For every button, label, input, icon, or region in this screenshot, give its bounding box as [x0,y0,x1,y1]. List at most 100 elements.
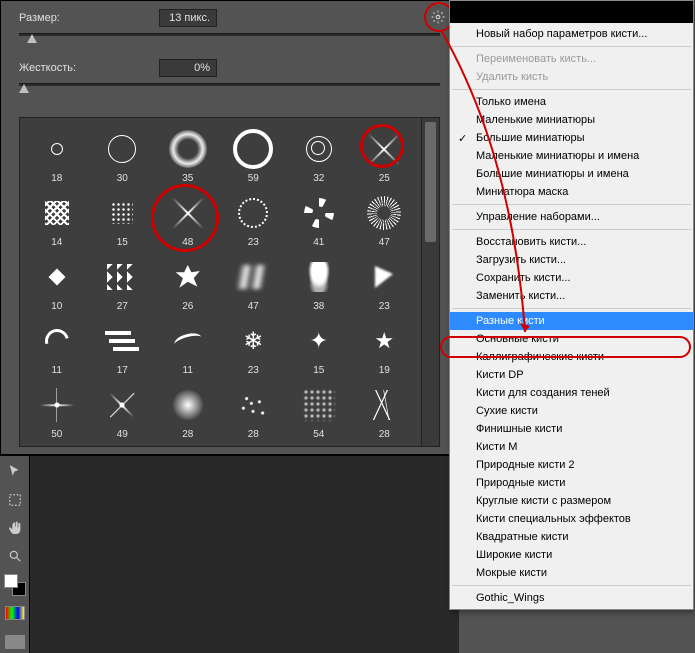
menu-wet-brushes[interactable]: Мокрые кисти [450,564,693,582]
hardness-slider[interactable] [19,81,440,99]
menu-small-thumb-names[interactable]: Маленькие миниатюры и имена [450,147,693,165]
menu-mask-thumb[interactable]: Миниатюра маска [450,183,693,201]
brush-size-label: 15 [313,365,324,378]
brush-cell[interactable]: 59 [221,122,287,186]
brush-cell[interactable]: 41 [286,186,352,250]
menu-shadow-brushes[interactable]: Кисти для создания теней [450,384,693,402]
color-chip-1[interactable] [3,602,27,624]
scrollbar-thumb[interactable] [425,122,436,242]
zoom-tool[interactable] [3,545,27,567]
brush-cell[interactable]: 26 [155,250,221,314]
menu-names-only[interactable]: Только имена [450,93,693,111]
brush-thumbnail [164,189,212,237]
brush-cell[interactable]: 47 [221,250,287,314]
brush-thumbnail: ★ [360,317,408,365]
brush-cell[interactable]: 10 [24,250,90,314]
brush-cell[interactable]: 11 [24,314,90,378]
menu-new-preset[interactable]: Новый набор параметров кисти... [450,25,693,43]
brush-cell[interactable]: 25 [352,122,418,186]
hardness-input[interactable] [159,59,217,77]
brush-size-label: 28 [379,429,390,442]
brush-cell[interactable]: 38 [286,250,352,314]
tool-strip [0,456,30,653]
brush-cell[interactable]: 30 [90,122,156,186]
menu-basic-brushes[interactable]: Основные кисти [450,330,693,348]
menu-natural-brushes[interactable]: Природные кисти [450,474,693,492]
brush-cell[interactable]: 17 [90,314,156,378]
brush-cell[interactable]: 18 [24,122,90,186]
menu-titlebar [450,1,693,23]
brush-cell[interactable]: 32 [286,122,352,186]
hand-tool[interactable] [3,517,27,539]
brush-cell[interactable]: 47 [352,186,418,250]
brush-thumbnail [98,125,146,173]
brush-scrollbar[interactable] [421,118,439,446]
brush-cell[interactable]: 28 [352,378,418,442]
brush-cell[interactable]: 11 [155,314,221,378]
brush-size-label: 32 [313,173,324,186]
brush-cell[interactable]: 23 [352,250,418,314]
move-tool[interactable] [3,460,27,482]
menu-m-brushes[interactable]: Кисти M [450,438,693,456]
swatches-icon [4,574,26,596]
brush-cell[interactable]: 28 [155,378,221,442]
menu-round-size-brushes[interactable]: Круглые кисти с размером [450,492,693,510]
size-label: Размер: [19,12,159,24]
menu-restore-brushes[interactable]: Восстановить кисти... [450,233,693,251]
brush-cell[interactable]: 35 [155,122,221,186]
menu-separator [452,46,691,47]
menu-dp-brushes[interactable]: Кисти DP [450,366,693,384]
menu-rename-brush: Переименовать кисть... [450,50,693,68]
brush-size-label: 50 [51,429,62,442]
menu-load-brushes[interactable]: Загрузить кисти... [450,251,693,269]
brush-cell[interactable]: 48 [155,186,221,250]
menu-assorted-brushes[interactable]: Разные кисти [450,312,693,330]
menu-wide-brushes[interactable]: Широкие кисти [450,546,693,564]
menu-delete-brush: Удалить кисть [450,68,693,86]
size-slider[interactable] [19,31,440,49]
brush-grid: 1830355932251415482341471027264738231117… [20,118,421,446]
menu-calligraphic-brushes[interactable]: Каллиграфические кисти [450,348,693,366]
menu-preset-manager[interactable]: Управление наборами... [450,208,693,226]
menu-natural2-brushes[interactable]: Природные кисти 2 [450,456,693,474]
brush-thumbnail [98,317,146,365]
menu-dry-brushes[interactable]: Сухие кисти [450,402,693,420]
brush-cell[interactable]: 14 [24,186,90,250]
menu-replace-brushes[interactable]: Заменить кисти... [450,287,693,305]
marquee-tool[interactable] [3,488,27,510]
arrow-cursor-icon [8,464,22,478]
brush-thumbnail [295,125,343,173]
brush-thumbnail [360,253,408,301]
color-swatches[interactable] [3,574,27,596]
menu-special-brushes[interactable]: Кисти специальных эффектов [450,510,693,528]
brush-cell[interactable]: 15 [90,186,156,250]
brush-size-label: 47 [248,301,259,314]
brush-cell[interactable]: 23 [221,186,287,250]
brush-cell[interactable]: 50 [24,378,90,442]
color-chip-2[interactable] [3,631,27,653]
brush-size-label: 54 [313,429,324,442]
panel-menu-button[interactable] [426,7,450,27]
menu-finish-brushes[interactable]: Финишные кисти [450,420,693,438]
brush-thumbnail [295,253,343,301]
menu-square-brushes[interactable]: Квадратные кисти [450,528,693,546]
brush-cell[interactable]: 54 [286,378,352,442]
brush-size-label: 15 [117,237,128,250]
brush-cell[interactable]: 28 [221,378,287,442]
brush-size-label: 23 [379,301,390,314]
brush-thumbnail [360,381,408,429]
menu-separator [452,204,691,205]
brush-cell[interactable]: ★19 [352,314,418,378]
brush-cell[interactable]: ✦15 [286,314,352,378]
hardness-label: Жесткость: [19,62,159,74]
size-input[interactable] [159,9,217,27]
menu-gothic-wings[interactable]: Gothic_Wings [450,589,693,607]
menu-large-thumb[interactable]: ✓Большие миниатюры [450,129,693,147]
brush-cell[interactable]: 27 [90,250,156,314]
brush-cell[interactable]: ❄23 [221,314,287,378]
brush-cell[interactable]: 49 [90,378,156,442]
menu-small-thumb[interactable]: Маленькие миниатюры [450,111,693,129]
check-icon: ✓ [458,132,467,145]
menu-large-thumb-names[interactable]: Большие миниатюры и имена [450,165,693,183]
menu-save-brushes[interactable]: Сохранить кисти... [450,269,693,287]
